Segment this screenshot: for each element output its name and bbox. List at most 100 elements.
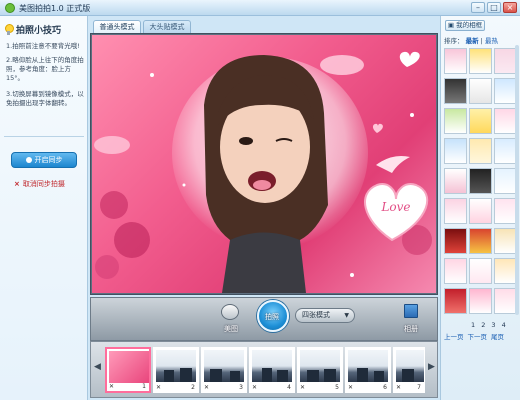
frame-thumb[interactable] [469,78,492,104]
tab-bighead-mode[interactable]: 大头贴模式 [143,20,191,33]
lightbulb-icon [4,23,14,36]
thumb-image [156,350,196,382]
delete-icon[interactable]: ✕ [396,384,401,391]
heart-shape [372,123,383,133]
delete-icon[interactable]: ✕ [156,384,161,391]
frame-thumb[interactable] [444,258,467,284]
delete-icon[interactable]: ✕ [204,384,209,391]
portrait [204,55,328,293]
frame-thumb[interactable] [444,288,467,314]
pager-links: 上一页 下一页 尾页 [444,331,504,341]
cancel-sync-label: 取消同步拍摄 [22,180,65,188]
tip-item: 2.略仰脸从上往下的角度拍照，参考角度：脸上方15°。 [6,56,84,82]
thumb-image [300,350,340,382]
delete-icon[interactable]: ✕ [348,384,353,391]
thumb-number: 3 [239,384,243,391]
my-frames-button[interactable]: ▣ 我的相框 [445,20,485,31]
frame-thumb[interactable] [444,138,467,164]
photo-thumb[interactable]: ✕ 3 [201,347,247,393]
album-label: 相册 [404,325,418,333]
prev-page-link[interactable]: 上一页 [444,331,464,341]
photo-thumb[interactable]: ✕ 7 [393,347,425,393]
capture-toolbar: 美图 拍照 四张模式 ▼ 相册 [90,297,438,341]
frame-thumb[interactable] [444,78,467,104]
maximize-button[interactable]: □ [487,2,501,13]
thumb-image [252,350,292,382]
frame-thumb[interactable] [494,228,517,254]
photo-thumb[interactable]: ✕ 6 [345,347,391,393]
mode-select[interactable]: 四张模式 ▼ [295,308,355,323]
last-page-link[interactable]: 尾页 [491,331,504,341]
frames-scrollbar[interactable] [515,45,519,315]
photo-thumb[interactable]: ✕ 1 [105,347,151,393]
photo-thumb[interactable]: ✕ 4 [249,347,295,393]
frame-thumb[interactable] [444,48,467,74]
frame-thumb[interactable] [444,168,467,194]
sync-button[interactable]: 开启同步 [11,152,77,168]
delete-icon[interactable]: ✕ [300,384,305,391]
window-controls: – □ × [471,2,517,13]
album-icon[interactable] [404,304,418,318]
sync-button-label: 开启同步 [34,156,63,164]
tips-panel: 拍照小技巧 1.拍照前注意不要背光哦! 2.略仰脸从上往下的角度拍照，参考角度：… [0,16,88,400]
tips-title: 拍照小技巧 [16,26,62,36]
close-icon: × [14,180,20,188]
frame-thumb[interactable] [494,288,517,314]
sparkle [350,273,354,277]
frame-thumb[interactable] [469,258,492,284]
title-bar: 美图拍拍1.0 正式版 – □ × [0,0,520,16]
next-page-link[interactable]: 下一页 [468,331,488,341]
thumb-number: 7 [417,384,421,391]
page-numbers[interactable]: 1 2 3 4 [471,321,508,329]
frame-thumb[interactable] [469,48,492,74]
frame-thumb[interactable] [494,168,517,194]
sparkle [410,113,414,117]
frame-thumb[interactable] [469,168,492,194]
delete-icon[interactable]: ✕ [252,384,257,391]
heart-shape [399,51,420,67]
photo-thumb[interactable]: ✕ 5 [297,347,343,393]
photo-strip: ◀ ▶ ✕ 1 ✕ 2 ✕ 3 ✕ 4 ✕ 5 ✕ 6 ✕ 7 [90,341,438,398]
tab-normal-mode[interactable]: 普通头模式 [93,20,141,33]
delete-icon[interactable]: ✕ [109,383,114,390]
love-text: Love [380,200,410,214]
thumb-number: 5 [335,384,339,391]
tip-item: 3.切换屏幕到镜像模式，以免拍摄出现字体翻转。 [6,90,84,107]
tips-header: 拍照小技巧 [4,23,61,36]
frame-thumb[interactable] [494,258,517,284]
frame-thumb[interactable] [444,198,467,224]
thumb-image [204,350,244,382]
thumb-image [109,351,149,383]
frames-panel: ▣ 我的相框 排序： 最新 | 最热 1 2 3 4 上一页 下一页 尾页 [440,16,520,400]
frame-thumb[interactable] [469,228,492,254]
camera-preview: Love [92,35,436,293]
beautify-camera-icon[interactable] [221,304,239,320]
strip-left-arrow-icon[interactable]: ◀ [94,362,101,372]
thumb-number: 1 [142,383,146,390]
close-button[interactable]: × [503,2,517,13]
frame-thumb[interactable] [444,228,467,254]
sort-newest-link[interactable]: 最新 [466,37,479,45]
frame-thumb[interactable] [469,108,492,134]
frame-thumb[interactable] [469,138,492,164]
sort-hot-link[interactable]: 最热 [485,37,498,45]
frame-thumb[interactable] [469,198,492,224]
shoot-label: 拍照 [265,313,279,321]
frame-thumb[interactable] [444,108,467,134]
frame-thumb[interactable] [469,288,492,314]
photo-thumb[interactable]: ✕ 2 [153,347,199,393]
frame-thumb[interactable] [494,108,517,134]
cancel-sync-link[interactable]: × 取消同步拍摄 [14,179,65,189]
camera-preview-frame: Love [90,33,438,295]
chevron-down-icon: ▼ [344,312,349,319]
minimize-button[interactable]: – [471,2,485,13]
frame-thumb[interactable] [494,198,517,224]
sparkle [150,73,154,77]
sparkle [182,183,186,187]
app-icon [5,3,15,13]
frame-thumb[interactable] [494,78,517,104]
strip-right-arrow-icon[interactable]: ▶ [428,362,435,372]
frame-thumb[interactable] [494,138,517,164]
flower-shape [100,191,128,219]
frame-thumb[interactable] [494,48,517,74]
